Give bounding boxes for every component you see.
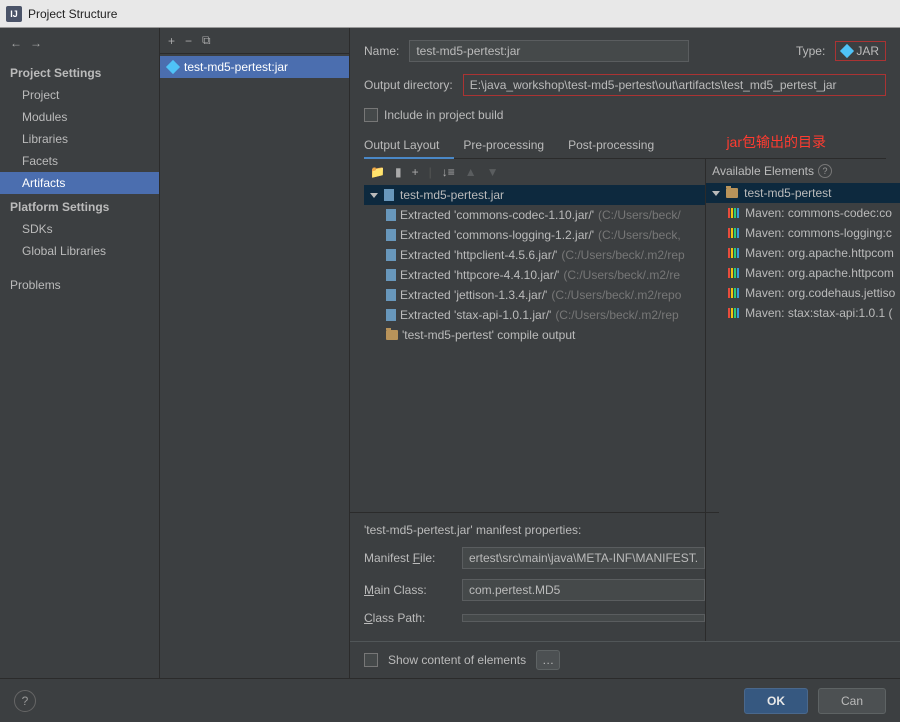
help-hint-icon[interactable]: ? [818, 164, 832, 178]
output-tree-item[interactable]: Extracted 'jettison-1.3.4.jar/' (C:/User… [364, 285, 705, 305]
archive-icon [386, 229, 396, 241]
output-tree-item[interactable]: 'test-md5-pertest' compile output [364, 325, 705, 345]
add-copy-icon[interactable]: + [412, 165, 419, 179]
available-item[interactable]: Maven: org.apache.httpcom [706, 243, 900, 263]
artifact-list-item[interactable]: test-md5-pertest:jar [160, 56, 349, 78]
output-tree-item[interactable]: Extracted 'commons-codec-1.10.jar/' (C:/… [364, 205, 705, 225]
class-path-label: Class Path: [364, 611, 454, 625]
library-icon [728, 268, 739, 278]
sidebar-item-sdks[interactable]: SDKs [0, 218, 159, 240]
output-dir-field[interactable]: E:\java_workshop\test-md5-pertest\out\ar… [463, 74, 886, 96]
nav-forward-icon[interactable]: → [30, 36, 42, 50]
available-item[interactable]: Maven: org.apache.httpcom [706, 263, 900, 283]
name-label: Name: [364, 44, 399, 58]
sidebar-item-facets[interactable]: Facets [0, 150, 159, 172]
available-item[interactable]: Maven: stax:stax-api:1.0.1 ( [706, 303, 900, 323]
artifact-detail-panel: Name: Type: JAR Output directory: E:\jav… [350, 28, 900, 678]
output-tree-item[interactable]: Extracted 'httpcore-4.4.10.jar/' (C:/Use… [364, 265, 705, 285]
sidebar-item-problems[interactable]: Problems [0, 274, 159, 296]
type-label: Type: [796, 44, 825, 58]
available-elements-label: Available Elements [712, 164, 814, 178]
manifest-panel: 'test-md5-pertest.jar' manifest properti… [350, 512, 719, 641]
expand-icon [712, 191, 720, 196]
settings-sidebar: ← → Project Settings Project Modules Lib… [0, 28, 160, 678]
archive-icon [386, 209, 396, 221]
manifest-heading: 'test-md5-pertest.jar' manifest properti… [364, 523, 705, 537]
available-item[interactable]: Maven: commons-codec:co [706, 203, 900, 223]
move-up-icon[interactable]: ▲ [465, 165, 477, 179]
artifact-name-input[interactable] [409, 40, 689, 62]
library-icon [728, 208, 739, 218]
intellij-app-icon: IJ [6, 6, 22, 22]
class-path-field[interactable] [462, 614, 705, 622]
tab-post-processing[interactable]: Post-processing [568, 132, 654, 158]
output-tree-root[interactable]: test-md5-pertest.jar [364, 185, 705, 205]
sidebar-item-artifacts[interactable]: Artifacts [0, 172, 159, 194]
show-content-more-button[interactable]: … [536, 650, 560, 670]
move-down-icon[interactable]: ▼ [487, 165, 499, 179]
sidebar-heading-platform: Platform Settings [0, 194, 159, 218]
library-icon [728, 248, 739, 258]
sidebar-item-global-libraries[interactable]: Global Libraries [0, 240, 159, 262]
window-title: Project Structure [28, 7, 117, 21]
remove-artifact-icon[interactable]: − [185, 34, 192, 48]
sort-icon[interactable]: ↓≡ [442, 165, 455, 179]
output-tree-item[interactable]: Extracted 'commons-logging-1.2.jar/' (C:… [364, 225, 705, 245]
archive-icon [386, 249, 396, 261]
main-class-field[interactable]: com.pertest.MD5 [462, 579, 705, 601]
window-titlebar: IJ Project Structure [0, 0, 900, 28]
output-layout-panel: 📁 ▮ + | ↓≡ ▲ ▼ test-md5-pertest.jar Extr… [364, 159, 706, 641]
artifact-type-selector[interactable]: JAR [835, 41, 886, 61]
available-root[interactable]: test-md5-pertest [706, 183, 900, 203]
artifact-list-panel: + − ⧉ test-md5-pertest:jar [160, 28, 350, 678]
library-icon [728, 288, 739, 298]
artifact-jar-icon [166, 60, 180, 74]
help-button[interactable]: ? [14, 690, 36, 712]
output-tree-item[interactable]: Extracted 'stax-api-1.0.1.jar/' (C:/User… [364, 305, 705, 325]
output-tree-item[interactable]: Extracted 'httpclient-4.5.6.jar/' (C:/Us… [364, 245, 705, 265]
available-item[interactable]: Maven: commons-logging:c [706, 223, 900, 243]
jar-type-icon [840, 44, 854, 58]
library-icon [728, 308, 739, 318]
ok-button[interactable]: OK [744, 688, 808, 714]
add-artifact-icon[interactable]: + [168, 34, 175, 48]
archive-icon [386, 309, 396, 321]
sidebar-item-libraries[interactable]: Libraries [0, 128, 159, 150]
sidebar-heading-project: Project Settings [0, 60, 159, 84]
manifest-file-label: Manifest File: [364, 551, 454, 565]
cancel-button[interactable]: Can [818, 688, 886, 714]
archive-icon [386, 289, 396, 301]
include-build-checkbox[interactable] [364, 108, 378, 122]
show-content-checkbox[interactable] [364, 653, 378, 667]
output-dir-label: Output directory: [364, 78, 453, 92]
jar-file-icon [384, 189, 394, 201]
artifact-tabs: Output Layout Pre-processing Post-proces… [364, 132, 886, 159]
artifact-list-label: test-md5-pertest:jar [184, 60, 288, 74]
module-folder-icon [726, 188, 738, 198]
sidebar-item-modules[interactable]: Modules [0, 106, 159, 128]
nav-back-icon[interactable]: ← [10, 36, 22, 50]
available-elements-panel: Available Elements ? test-md5-pertest Ma… [706, 159, 900, 641]
tab-pre-processing[interactable]: Pre-processing [463, 132, 544, 158]
main-class-label: Main Class: [364, 583, 454, 597]
compile-output-icon [386, 330, 398, 340]
show-content-label: Show content of elements [388, 653, 526, 667]
include-build-label: Include in project build [384, 108, 503, 122]
new-folder-icon[interactable]: 📁 [370, 165, 385, 179]
expand-icon [370, 193, 378, 198]
manifest-file-field[interactable]: ertest\src\main\java\META-INF\MANIFEST. [462, 547, 705, 569]
library-icon [728, 228, 739, 238]
available-item[interactable]: Maven: org.codehaus.jettiso [706, 283, 900, 303]
sidebar-item-project[interactable]: Project [0, 84, 159, 106]
dialog-footer: ? OK Can [0, 678, 900, 722]
copy-artifact-icon[interactable]: ⧉ [202, 33, 211, 48]
tab-output-layout[interactable]: Output Layout [364, 132, 439, 158]
archive-icon [386, 269, 396, 281]
new-file-icon[interactable]: ▮ [395, 165, 402, 179]
annotation-text: jar包输出的目录 [726, 132, 826, 152]
type-value: JAR [856, 44, 879, 58]
